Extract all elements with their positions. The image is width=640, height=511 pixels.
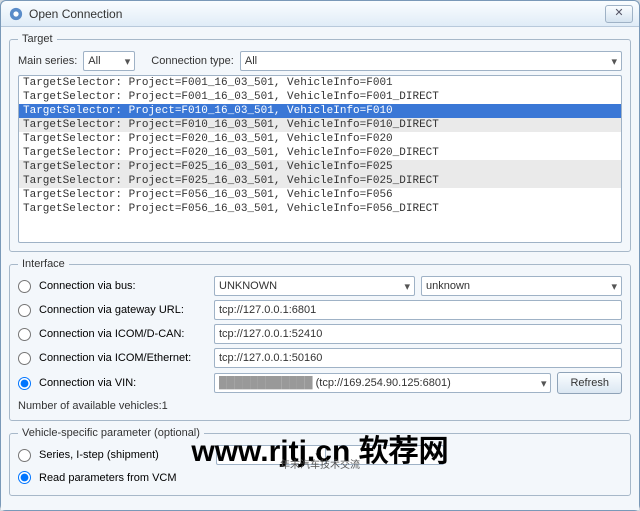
radio-vcm-input[interactable] [18, 471, 31, 484]
vsp-group: Vehicle-specific parameter (optional) Se… [9, 427, 631, 496]
refresh-button[interactable]: Refresh [557, 372, 622, 394]
target-list-row[interactable]: TargetSelector: Project=F020_16_03_501, … [19, 132, 621, 146]
icom-dcan-input[interactable] [214, 324, 622, 344]
target-list-row[interactable]: TargetSelector: Project=F056_16_03_501, … [19, 202, 621, 216]
target-listbox[interactable]: TargetSelector: Project=F001_16_03_501, … [18, 75, 622, 243]
target-list-row[interactable]: TargetSelector: Project=F025_16_03_501, … [19, 174, 621, 188]
bus-select-1[interactable]: UNKNOWN ▾ [214, 276, 415, 296]
series-select-2[interactable]: ▾ [334, 445, 444, 465]
target-list-row[interactable]: TargetSelector: Project=F001_16_03_501, … [19, 90, 621, 104]
chevron-down-icon: ▾ [541, 377, 547, 390]
chevron-down-icon: ▾ [611, 55, 617, 68]
window-title: Open Connection [29, 7, 605, 21]
radio-series-input[interactable] [18, 449, 31, 462]
radio-vin[interactable]: Connection via VIN: [18, 377, 214, 390]
chevron-down-icon: ▾ [315, 449, 321, 462]
bus-select-1-value: UNKNOWN [219, 280, 277, 292]
radio-bus-input[interactable] [18, 280, 31, 293]
target-list-row[interactable]: TargetSelector: Project=F056_16_03_501, … [19, 188, 621, 202]
radio-bus-label: Connection via bus: [39, 280, 136, 292]
target-list-row[interactable]: TargetSelector: Project=F010_16_03_501, … [19, 118, 621, 132]
main-series-label: Main series: [18, 55, 77, 67]
target-list-row[interactable]: TargetSelector: Project=F010_16_03_501, … [19, 104, 621, 118]
target-list-row[interactable]: TargetSelector: Project=F025_16_03_501, … [19, 160, 621, 174]
radio-bus[interactable]: Connection via bus: [18, 280, 214, 293]
radio-icom-eth-label: Connection via ICOM/Ethernet: [39, 352, 191, 364]
series-select-1[interactable]: ▾ [216, 445, 326, 465]
chevron-down-icon: ▾ [611, 280, 617, 293]
radio-series[interactable]: Series, I-step (shipment) [18, 449, 208, 462]
radio-icom-dcan-input[interactable] [18, 328, 31, 341]
target-group: Target Main series: All ▾ Connection typ… [9, 33, 631, 252]
radio-series-label: Series, I-step (shipment) [39, 449, 159, 461]
close-icon: ✕ [614, 7, 623, 19]
vin-select-value: ████████████ (tcp://169.254.90.125:6801) [219, 377, 451, 389]
radio-icom-dcan-label: Connection via ICOM/D-CAN: [39, 328, 185, 340]
radio-vcm[interactable]: Read parameters from VCM [18, 471, 622, 484]
app-icon [9, 7, 23, 21]
radio-gateway[interactable]: Connection via gateway URL: [18, 304, 214, 317]
interface-group: Interface Connection via bus: UNKNOWN ▾ … [9, 258, 631, 421]
conn-type-label: Connection type: [151, 55, 234, 67]
radio-icom-eth[interactable]: Connection via ICOM/Ethernet: [18, 352, 214, 365]
main-series-select[interactable]: All ▾ [83, 51, 135, 71]
vin-select[interactable]: ████████████ (tcp://169.254.90.125:6801)… [214, 373, 551, 393]
bus-select-2-value: unknown [426, 280, 470, 292]
vsp-legend: Vehicle-specific parameter (optional) [18, 427, 204, 439]
titlebar: Open Connection ✕ [1, 1, 639, 27]
radio-gateway-input[interactable] [18, 304, 31, 317]
radio-gateway-label: Connection via gateway URL: [39, 304, 184, 316]
client-area: Target Main series: All ▾ Connection typ… [1, 27, 639, 510]
icom-eth-input[interactable] [214, 348, 622, 368]
target-legend: Target [18, 33, 57, 45]
bus-select-2[interactable]: unknown ▾ [421, 276, 622, 296]
close-button[interactable]: ✕ [605, 5, 633, 23]
interface-legend: Interface [18, 258, 69, 270]
target-list-row[interactable]: TargetSelector: Project=F020_16_03_501, … [19, 146, 621, 160]
radio-vin-input[interactable] [18, 377, 31, 390]
conn-type-select[interactable]: All ▾ [240, 51, 622, 71]
vehicle-count-label: Number of available vehicles:1 [18, 400, 622, 412]
radio-vin-label: Connection via VIN: [39, 377, 136, 389]
main-series-value: All [88, 55, 100, 67]
conn-type-value: All [245, 55, 257, 67]
gateway-url-input[interactable] [214, 300, 622, 320]
radio-icom-eth-input[interactable] [18, 352, 31, 365]
dialog-window: Open Connection ✕ Target Main series: Al… [0, 0, 640, 511]
chevron-down-icon: ▾ [404, 280, 410, 293]
radio-icom-dcan[interactable]: Connection via ICOM/D-CAN: [18, 328, 214, 341]
target-list-row[interactable]: TargetSelector: Project=F001_16_03_501, … [19, 76, 621, 90]
chevron-down-icon: ▾ [433, 449, 439, 462]
radio-vcm-label: Read parameters from VCM [39, 472, 177, 484]
chevron-down-icon: ▾ [125, 55, 131, 68]
